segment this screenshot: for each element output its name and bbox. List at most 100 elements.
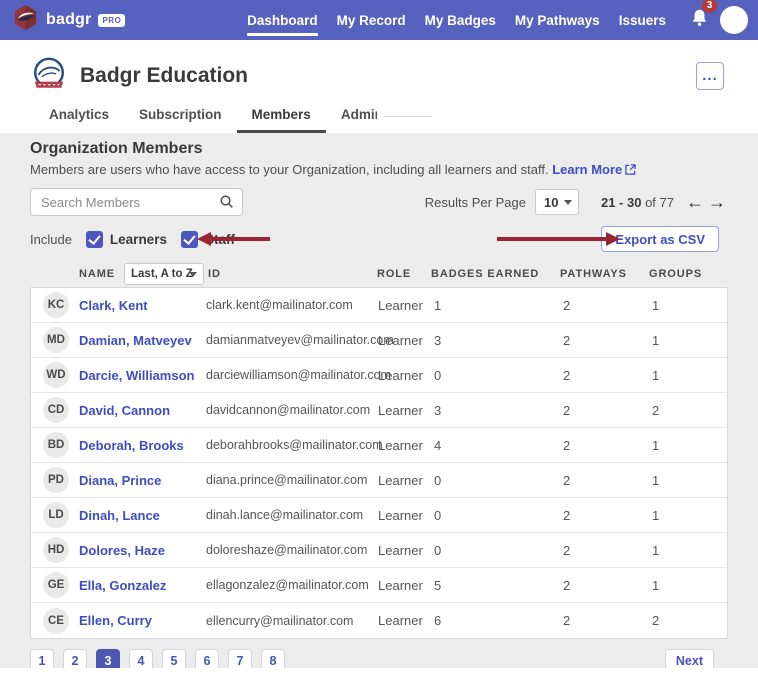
member-role: Learner [378, 613, 423, 628]
description-text: Members are users who have access to you… [30, 162, 549, 177]
table-row: PD Diana, Prince diana.prince@mailinator… [31, 463, 727, 498]
learners-label: Learners [109, 231, 167, 247]
chevron-down-icon [189, 271, 197, 277]
member-name-link[interactable]: Ellen, Curry [79, 613, 206, 628]
members-panel: Organization Members Members are users w… [0, 133, 758, 673]
pathways-count: 2 [563, 402, 571, 418]
column-header-role: ROLE [377, 267, 412, 280]
search-icon[interactable] [219, 194, 234, 214]
nav-menu: Dashboard My Record My Badges My Pathway… [247, 0, 666, 40]
badges-earned-count: 4 [434, 437, 442, 453]
tab-subscription[interactable]: Subscription [124, 107, 237, 133]
member-name-link[interactable]: David, Cannon [79, 403, 206, 418]
notifications-button[interactable]: 3 [691, 0, 717, 32]
pathways-count: 2 [563, 332, 571, 348]
table-row: WD Darcie, Williamson darciewilliamson@m… [31, 358, 727, 393]
member-role: Learner [378, 437, 423, 453]
external-link-icon [625, 162, 637, 180]
member-name-link[interactable]: Dinah, Lance [79, 508, 206, 523]
tab-members[interactable]: Members [236, 107, 326, 133]
avatar: PD [43, 467, 69, 493]
next-page-arrow[interactable]: → [706, 192, 728, 212]
chevron-down-icon [563, 200, 572, 205]
page-title: Badgr Education [80, 64, 249, 87]
badgr-logo[interactable]: badgr PRO [12, 4, 126, 36]
org-options-button[interactable]: ... [696, 62, 724, 90]
nav-item-dashboard[interactable]: Dashboard [247, 0, 318, 40]
search-input[interactable] [30, 188, 243, 216]
column-header-badges-earned: BADGES EARNED [431, 267, 540, 280]
learn-more-link[interactable]: Learn More [552, 162, 637, 180]
pathways-count: 2 [563, 472, 571, 488]
staff-checkbox[interactable] [180, 230, 198, 248]
badges-earned-count: 3 [434, 402, 442, 418]
table-row: LD Dinah, Lance dinah.lance@mailinator.c… [31, 498, 727, 533]
member-name-link[interactable]: Damian, Matveyev [79, 333, 206, 348]
user-avatar[interactable] [720, 6, 748, 34]
member-name-link[interactable]: Diana, Prince [79, 473, 206, 488]
table-row: MD Damian, Matveyev damianmatveyev@maili… [31, 323, 727, 358]
table-header: NAME Last, A to Z ID ROLE BADGES EARNED … [30, 260, 728, 287]
table-toolbar: Results Per Page 10 21 - 30 of 77 ← → [30, 188, 728, 216]
badges-earned-count: 5 [434, 577, 442, 593]
tab-analytics[interactable]: Analytics [34, 107, 124, 133]
badges-earned-count: 3 [434, 332, 442, 348]
member-email: deborahbrooks@mailinator.com [206, 438, 383, 452]
table-row: BD Deborah, Brooks deborahbrooks@mailina… [31, 428, 727, 463]
nav-item-my-record[interactable]: My Record [337, 0, 406, 40]
member-email: dinah.lance@mailinator.com [206, 508, 364, 522]
member-name-link[interactable]: Darcie, Williamson [79, 368, 206, 383]
pathways-count: 2 [563, 542, 571, 558]
member-role: Learner [378, 297, 423, 313]
column-header-pathways: PATHWAYS [560, 267, 627, 280]
groups-count: 2 [652, 402, 660, 418]
badges-earned-count: 6 [434, 613, 442, 628]
results-per-page-select[interactable]: 10 [534, 189, 579, 215]
nav-item-my-badges[interactable]: My Badges [425, 0, 496, 40]
results-per-page-label: Results Per Page [424, 194, 526, 210]
column-header-name: NAME [79, 267, 115, 280]
badges-earned-count: 0 [434, 542, 442, 558]
pathways-count: 2 [563, 367, 571, 383]
table-row: GE Ella, Gonzalez ellagonzalez@mailinato… [31, 568, 727, 603]
pathways-count: 2 [563, 577, 571, 593]
member-role: Learner [378, 402, 423, 418]
column-header-groups: GROUPS [649, 267, 703, 280]
artifact-box [377, 107, 441, 126]
learners-checkbox-option[interactable]: Learners [85, 230, 167, 248]
badges-earned-count: 0 [434, 367, 442, 383]
results-range: 21 - 30 of 77 [601, 195, 674, 210]
brand-name: badgr [46, 11, 92, 28]
member-name-link[interactable]: Dolores, Haze [79, 543, 206, 558]
groups-count: 1 [652, 437, 660, 453]
member-name-link[interactable]: Clark, Kent [79, 298, 206, 313]
member-email: damianmatveyev@mailinator.com [206, 333, 394, 347]
org-emblem-icon [30, 55, 68, 98]
groups-count: 1 [652, 297, 660, 313]
member-name-link[interactable]: Ella, Gonzalez [79, 578, 206, 593]
pathways-count: 2 [563, 507, 571, 523]
member-email: diana.prince@mailinator.com [206, 473, 368, 487]
range-total: of 77 [645, 194, 674, 210]
sort-select[interactable]: Last, A to Z [124, 262, 204, 285]
badgr-hexagon-icon [12, 4, 39, 36]
member-email: ellagonzalez@mailinator.com [206, 578, 369, 592]
pathways-count: 2 [563, 297, 571, 313]
member-role: Learner [378, 507, 423, 523]
nav-item-my-pathways[interactable]: My Pathways [515, 0, 600, 40]
section-description: Members are users who have access to you… [30, 161, 728, 180]
groups-count: 1 [652, 507, 660, 523]
section-heading: Organization Members [30, 140, 203, 157]
annotation-arrow-left-icon [197, 232, 270, 246]
nav-item-issuers[interactable]: Issuers [619, 0, 666, 40]
learners-checkbox[interactable] [85, 230, 103, 248]
table-row: KC Clark, Kent clark.kent@mailinator.com… [31, 288, 727, 323]
learn-more-label: Learn More [552, 162, 623, 177]
previous-page-arrow[interactable]: ← [684, 192, 706, 212]
member-email: clark.kent@mailinator.com [206, 298, 353, 312]
avatar: MD [43, 327, 69, 353]
column-header-id: ID [208, 267, 221, 280]
member-role: Learner [378, 577, 423, 593]
annotation-arrow-right-icon [497, 232, 620, 246]
member-name-link[interactable]: Deborah, Brooks [79, 438, 206, 453]
